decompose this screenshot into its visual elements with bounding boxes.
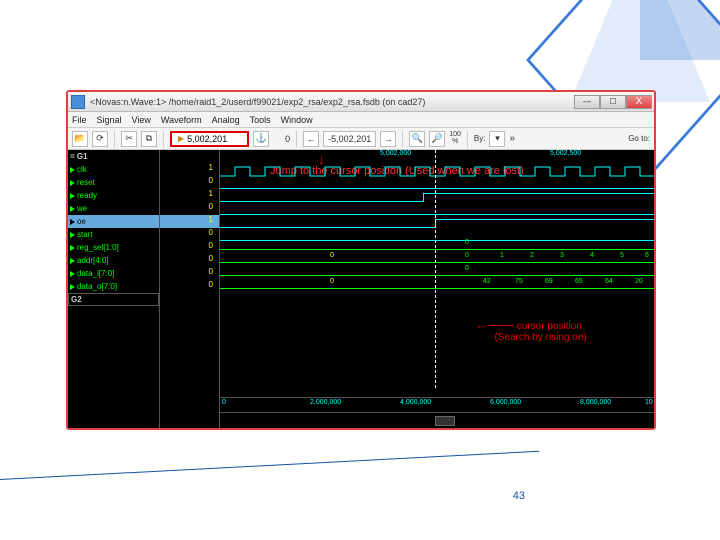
wave-datao: 0 42 75 69 65 64 20 <box>220 282 654 295</box>
signal-datai[interactable]: data_i[7:0] <box>68 267 159 280</box>
menu-analog[interactable]: Analog <box>212 115 240 125</box>
val-datai: 0 <box>160 267 219 280</box>
signal-oe[interactable]: oe <box>68 215 159 228</box>
signal-start[interactable]: start <box>68 228 159 241</box>
wave-datai: 0 <box>220 269 654 282</box>
val-clk: 1 <box>160 163 219 176</box>
signal-regsel[interactable]: reg_sel[1:0] <box>68 241 159 254</box>
val-datao: 0 <box>160 280 219 293</box>
overview-strip[interactable] <box>220 412 654 428</box>
zoom-out-icon[interactable]: 🔎 <box>429 131 445 147</box>
val-we: 0 <box>160 202 219 215</box>
app-window: <Novas:n.Wave:1> /home/raid1_2/userd/f99… <box>66 90 656 430</box>
page-number: 43 <box>513 490 525 502</box>
cursor-input[interactable] <box>187 134 241 144</box>
close-button[interactable]: X <box>626 95 652 109</box>
signal-datao[interactable]: data_o[7:0] <box>68 280 159 293</box>
goto-label: Go to: <box>628 134 650 143</box>
anchor-icon[interactable]: ⚓ <box>253 131 269 147</box>
menu-window[interactable]: Window <box>281 115 313 125</box>
toolbar: 📂 ⟳ ✂ ⧉ ▶ ⚓ 0 ← -5,002,201 → 🔍 🔎 100% By… <box>68 128 654 150</box>
ruler-bottom: 0 2,000,000 4,000,000 6,000,000 8,000,00… <box>220 397 654 410</box>
val-reset: 0 <box>160 176 219 189</box>
wave-start <box>220 230 654 243</box>
wave-regsel: 0 <box>220 243 654 256</box>
wave-oe <box>220 217 654 230</box>
reload-icon[interactable]: ⟳ <box>92 131 108 147</box>
time-delta: -5,002,201 <box>323 131 376 147</box>
open-icon[interactable]: 📂 <box>72 131 88 147</box>
signal-we[interactable]: we <box>68 202 159 215</box>
zoom-percent: 100% <box>449 132 461 145</box>
wave-addr: 0 0 1 2 3 4 5 6 <box>220 256 654 269</box>
title-bar: <Novas:n.Wave:1> /home/raid1_2/userd/f99… <box>68 92 654 112</box>
by-dropdown-icon[interactable]: ▾ <box>489 131 505 147</box>
group-g1[interactable]: = G1 <box>68 150 159 163</box>
signal-addr[interactable]: addr[4:0] <box>68 254 159 267</box>
jump-icon[interactable]: ▶ <box>178 134 184 143</box>
val-ready: 1 <box>160 189 219 202</box>
menu-view[interactable]: View <box>132 115 151 125</box>
signal-names-column: = G1 clk reset ready we oe start reg_sel… <box>68 150 160 428</box>
value-column: 1 0 1 0 1 0 0 0 0 0 <box>160 150 220 428</box>
signal-ready[interactable]: ready <box>68 189 159 202</box>
app-icon <box>71 95 85 109</box>
wave-ready <box>220 191 654 204</box>
annotation-cursor-pos: ←—— cursor position (Search by rising oe… <box>475 318 587 343</box>
group-g2[interactable]: G2 <box>68 293 159 306</box>
wave-reset <box>220 178 654 191</box>
val-regsel: 0 <box>160 241 219 254</box>
zoom-in-icon[interactable]: 🔍 <box>409 131 425 147</box>
maximize-button[interactable]: ☐ <box>600 95 626 109</box>
footer-divider <box>0 451 539 480</box>
minimize-button[interactable]: — <box>574 95 600 109</box>
val-start: 0 <box>160 228 219 241</box>
signal-reset[interactable]: reset <box>68 176 159 189</box>
by-label: By: <box>474 134 486 143</box>
next-edge-icon[interactable]: → <box>380 131 396 147</box>
cursor-position-field[interactable]: ▶ <box>170 131 249 147</box>
cursor-line[interactable] <box>435 150 436 388</box>
signal-clk[interactable]: clk <box>68 163 159 176</box>
menu-signal[interactable]: Signal <box>97 115 122 125</box>
val-addr: 0 <box>160 254 219 267</box>
menu-waveform[interactable]: Waveform <box>161 115 202 125</box>
waveform-area: = G1 clk reset ready we oe start reg_sel… <box>68 150 654 428</box>
prev-edge-icon[interactable]: ← <box>303 131 319 147</box>
wave-we <box>220 204 654 217</box>
menu-bar: File Signal View Waveform Analog Tools W… <box>68 112 654 128</box>
window-title: <Novas:n.Wave:1> /home/raid1_2/userd/f99… <box>88 97 574 107</box>
menu-tools[interactable]: Tools <box>250 115 271 125</box>
val-oe: 1 <box>160 215 219 228</box>
ruler-top: 5,002,000 5,002,500 <box>220 150 654 163</box>
menu-file[interactable]: File <box>72 115 87 125</box>
arrow-left-icon: ←—— <box>475 317 514 332</box>
waveform-canvas[interactable]: 5,002,000 5,002,500 ↓ Jump to the cursor… <box>220 150 654 428</box>
wave-clk <box>220 165 654 178</box>
val-g1 <box>160 150 219 163</box>
cut-icon[interactable]: ✂ <box>121 131 137 147</box>
copy-icon[interactable]: ⧉ <box>141 131 157 147</box>
